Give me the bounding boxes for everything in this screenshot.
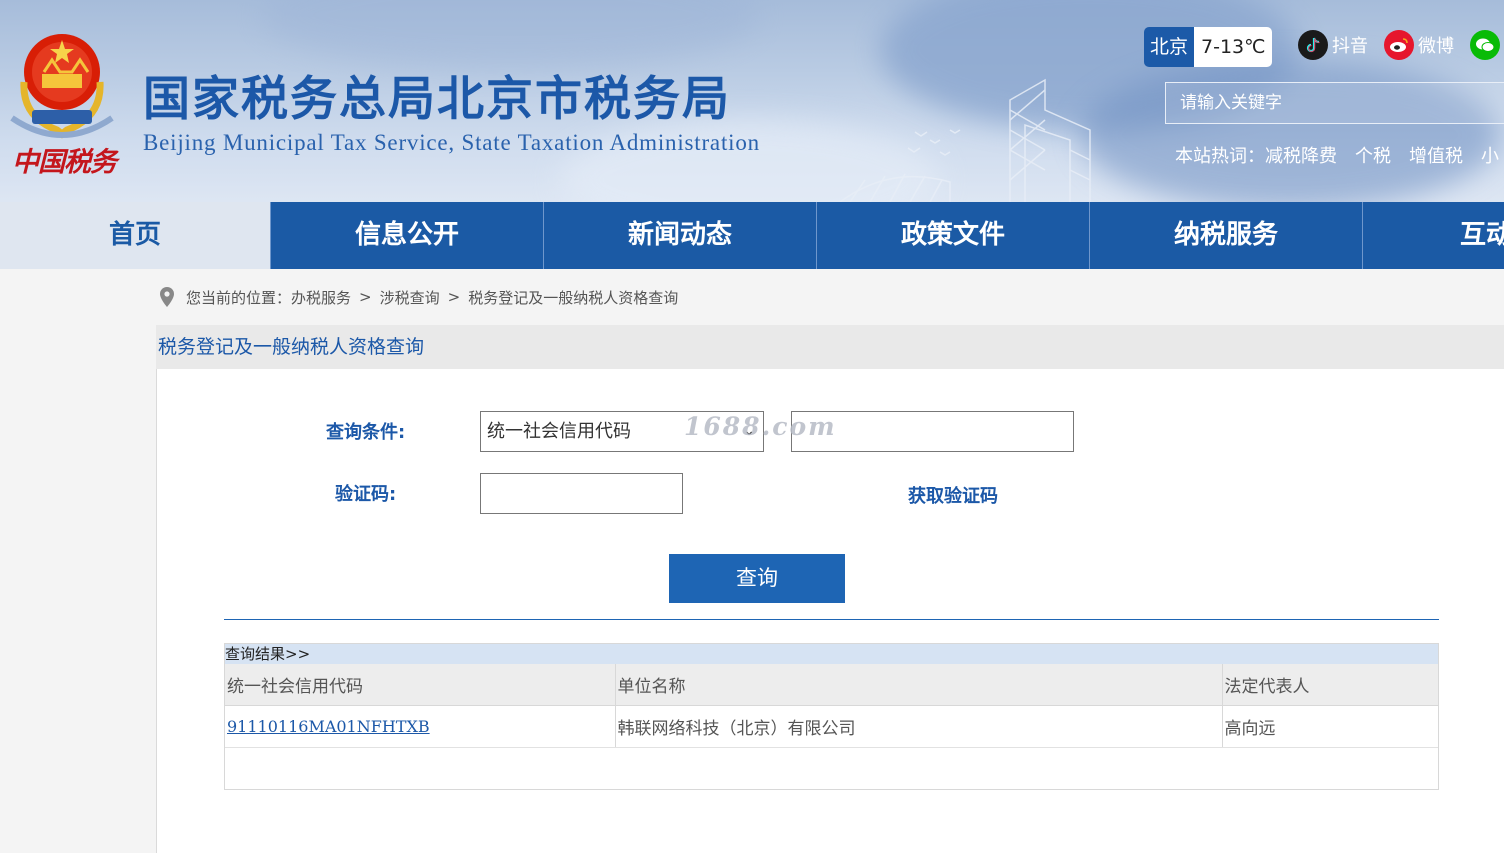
legal-rep-cell: 高向远 [1221, 705, 1438, 748]
nav-item-home[interactable]: 首页 [0, 202, 271, 269]
results-table: 查询结果>> 统一社会信用代码 单位名称 法定代表人 91110116MA01N… [224, 643, 1439, 790]
column-header: 单位名称 [614, 664, 1222, 706]
results-heading: 查询结果>> [225, 644, 1438, 664]
nav-item-service[interactable]: 纳税服务 [1090, 202, 1363, 269]
column-header: 统一社会信用代码 [225, 664, 615, 706]
seal-text: 中国税务 [12, 147, 117, 178]
hot-word-link[interactable]: 增值税 [1409, 142, 1463, 168]
hot-words: 本站热词： 减税降费 个税 增值税 小 [1175, 142, 1504, 168]
column-header: 法定代表人 [1221, 664, 1438, 706]
main-nav: 首页 信息公开 新闻动态 政策文件 纳税服务 互动交 [0, 202, 1504, 269]
nav-item-news[interactable]: 新闻动态 [544, 202, 817, 269]
hot-word-link[interactable]: 小 [1481, 142, 1499, 168]
hot-word-link[interactable]: 减税降费 [1265, 142, 1337, 168]
douyin-label: 抖音 [1332, 36, 1368, 57]
breadcrumb-separator: > [359, 288, 372, 306]
watermark-text: 1688.com [684, 412, 837, 441]
section-header: 税务登记及一般纳税人资格查询 [156, 325, 1504, 369]
breadcrumb-separator: > [447, 288, 461, 306]
table-row-empty [225, 747, 1438, 789]
table-header-row: 统一社会信用代码 单位名称 法定代表人 [225, 664, 1438, 706]
site-subtitle: Beijing Municipal Tax Service, State Tax… [143, 130, 760, 155]
weather-temp: 7-13℃ [1194, 27, 1273, 67]
douyin-link[interactable]: 抖音 [1298, 30, 1368, 60]
nav-item-interact[interactable]: 互动交 [1363, 202, 1504, 269]
query-type-value: 统一社会信用代码 [487, 421, 631, 442]
weather-widget: 北京 7-13℃ [1144, 27, 1273, 67]
hot-words-label: 本站热词： [1175, 146, 1265, 167]
wechat-icon [1470, 30, 1500, 60]
breadcrumb-item[interactable]: 涉税查询 [380, 287, 440, 308]
weibo-link[interactable]: 微博 [1384, 30, 1454, 60]
site-search [1165, 82, 1504, 124]
query-condition-label: 查询条件: [326, 422, 406, 443]
site-search-input[interactable] [1166, 83, 1504, 123]
breadcrumb-item[interactable]: 办税服务 [291, 287, 351, 308]
skyline-illustration [839, 78, 1091, 202]
breadcrumb-item[interactable]: 税务登记及一般纳税人资格查询 [468, 287, 678, 308]
get-captcha-link[interactable]: 获取验证码 [908, 482, 998, 508]
site-banner: 中国税务 国家税务总局北京市税务局 Beijing Municipal Tax … [0, 0, 1504, 202]
site-title: 国家税务总局北京市税务局 [143, 72, 731, 127]
credit-code-link[interactable]: 91110116MA01NFHTXB [227, 717, 430, 736]
captcha-label: 验证码: [335, 484, 397, 505]
wechat-link[interactable] [1470, 30, 1504, 60]
weather-city: 北京 [1144, 27, 1195, 67]
query-submit-button[interactable]: 查询 [669, 554, 845, 603]
weibo-icon [1384, 30, 1414, 60]
divider [224, 619, 1439, 620]
breadcrumb: 您当前的位置： 办税服务 > 涉税查询 > 税务登记及一般纳税人资格查询 [158, 286, 678, 308]
hot-word-link[interactable]: 个税 [1355, 142, 1391, 168]
location-pin-icon [160, 287, 174, 307]
weibo-label: 微博 [1418, 36, 1454, 57]
national-emblem-icon [10, 34, 114, 139]
douyin-icon [1298, 30, 1328, 60]
breadcrumb-prefix: 您当前的位置： [186, 288, 292, 307]
nav-item-info[interactable]: 信息公开 [271, 202, 544, 269]
captcha-input[interactable] [480, 473, 683, 514]
table-row: 91110116MA01NFHTXB 韩联网络科技（北京）有限公司 高向远 [225, 705, 1438, 748]
nav-item-policy[interactable]: 政策文件 [817, 202, 1090, 269]
page-title: 税务登记及一般纳税人资格查询 [158, 336, 425, 358]
company-name-cell: 韩联网络科技（北京）有限公司 [614, 705, 1222, 748]
